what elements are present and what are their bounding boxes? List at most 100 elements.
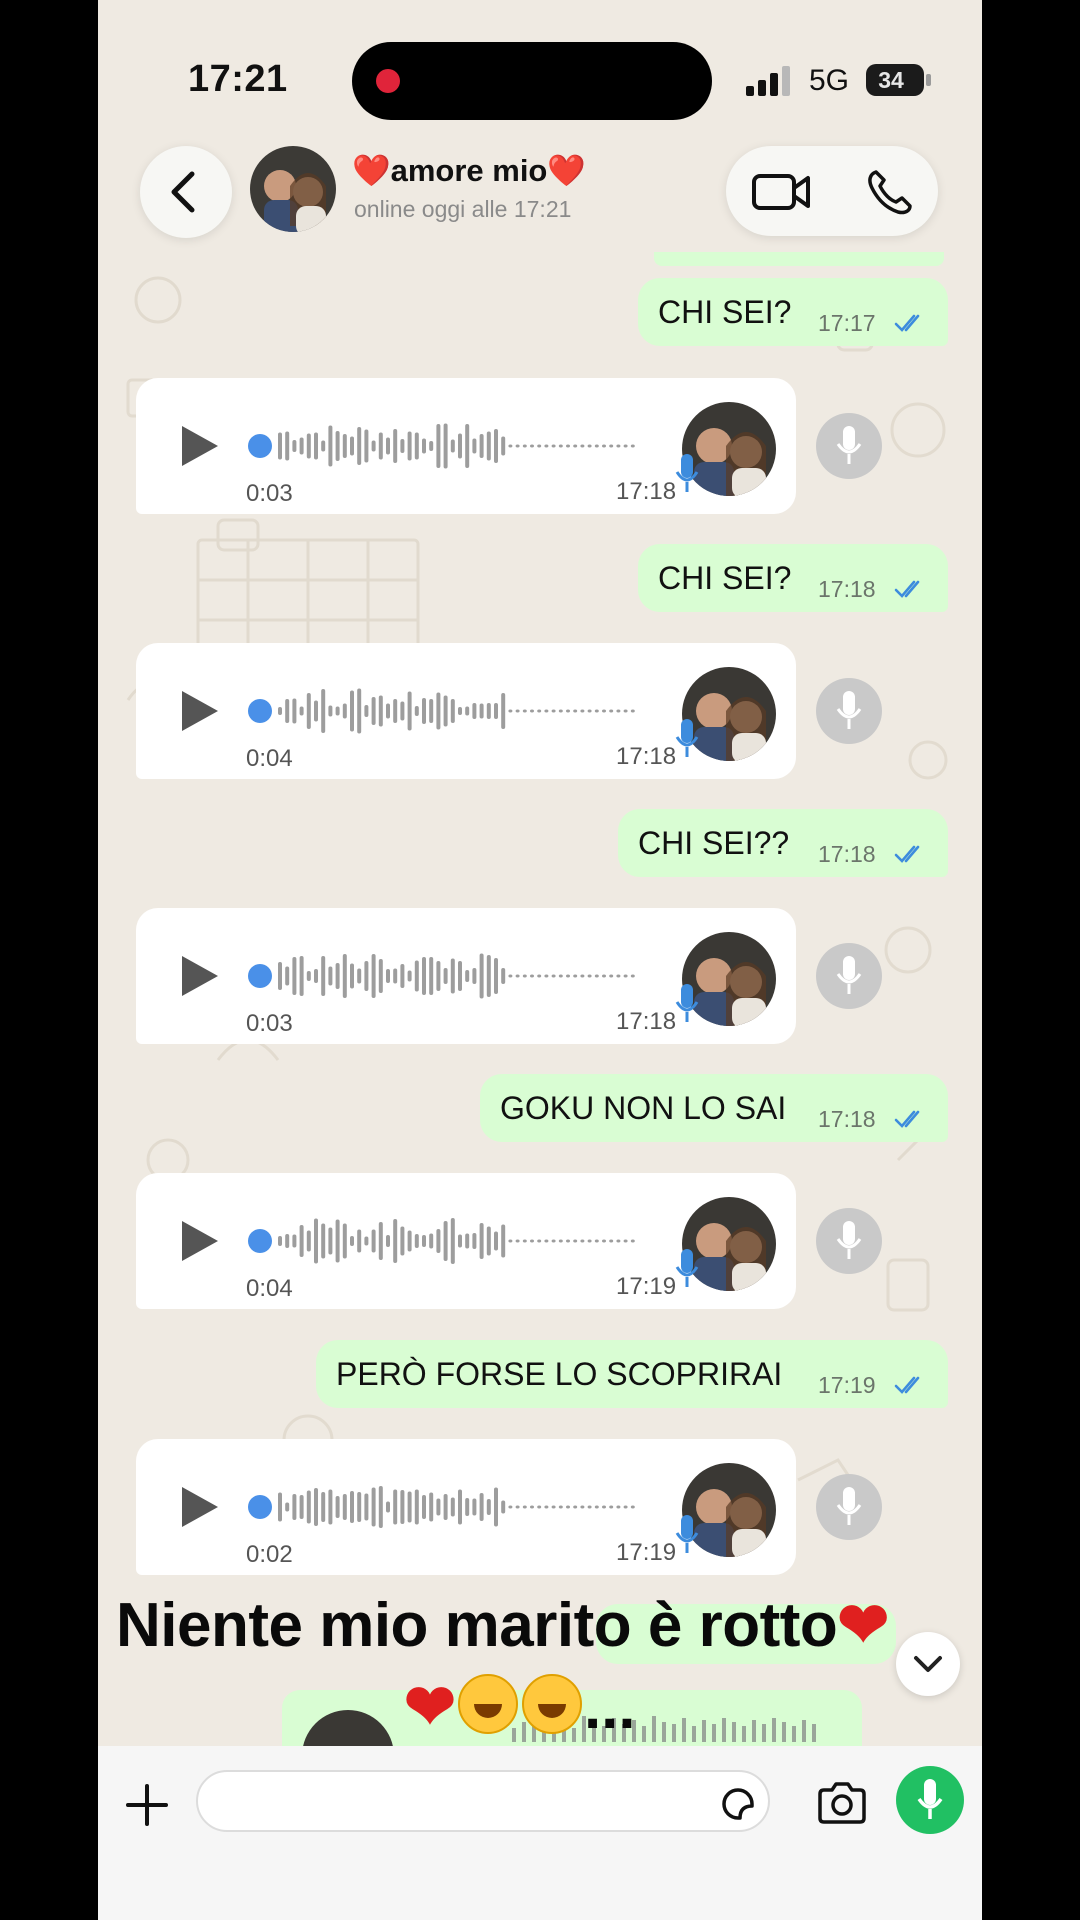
transcribe-mic-button[interactable]	[816, 413, 882, 479]
waveform-bar	[566, 709, 570, 713]
waveform-bar	[364, 705, 369, 717]
play-icon[interactable]	[182, 956, 218, 996]
outgoing-message[interactable]: CHI SEI?? 17:18	[618, 809, 948, 877]
waveform-bar	[594, 1505, 599, 1509]
waveform-bar	[537, 1505, 542, 1509]
waveform-bar	[522, 1505, 527, 1509]
waveform-bar	[515, 709, 520, 713]
waveform-bar	[580, 444, 585, 448]
waveform-bar	[299, 956, 304, 996]
waveform-bar	[472, 1233, 477, 1249]
waveform-bar	[321, 1492, 326, 1522]
play-icon[interactable]	[182, 1221, 218, 1261]
waveform-bar	[602, 1239, 606, 1243]
incoming-voice-message[interactable]: 0:03 17:18	[136, 908, 796, 1044]
waveform-bar	[630, 444, 635, 448]
transcribe-mic-button[interactable]	[816, 1474, 882, 1540]
waveform-bar	[350, 436, 354, 456]
waveform-bar	[285, 699, 290, 723]
waveform-bar	[580, 709, 585, 713]
plus-icon[interactable]	[122, 1780, 172, 1830]
playback-position-dot	[248, 1495, 272, 1519]
waveform-bar	[278, 1492, 282, 1522]
waveform-bar	[479, 703, 484, 719]
voice-waveform[interactable]	[248, 1479, 648, 1535]
waveform-bar	[630, 1239, 635, 1243]
waveform-bar	[306, 1230, 311, 1252]
rofl-emoji	[457, 1674, 518, 1734]
waveform-bar	[551, 1505, 556, 1509]
video-call-icon[interactable]	[752, 170, 812, 214]
scroll-to-bottom-button[interactable]	[896, 1632, 960, 1696]
waveform-bar	[530, 1505, 534, 1509]
waveform-bar	[609, 1505, 614, 1509]
play-icon[interactable]	[182, 426, 218, 466]
waveform-bar	[508, 1239, 513, 1243]
voice-waveform[interactable]	[248, 418, 648, 474]
contact-avatar[interactable]	[250, 146, 336, 232]
waveform-bar	[616, 709, 621, 713]
status-time: 17:21	[188, 58, 288, 100]
voice-waveform[interactable]	[248, 1213, 648, 1269]
play-icon[interactable]	[182, 691, 218, 731]
waveform-bar	[443, 1494, 448, 1520]
call-buttons-group	[726, 146, 938, 236]
double-check-icon	[894, 314, 920, 332]
waveform-bar	[407, 431, 412, 461]
avatar-photo	[250, 146, 336, 232]
waveform-bar	[537, 709, 542, 713]
microphone-icon	[836, 1487, 862, 1525]
back-button[interactable]	[140, 146, 232, 238]
waveform-bar	[306, 1490, 311, 1524]
transcribe-mic-button[interactable]	[816, 1208, 882, 1274]
incoming-voice-message[interactable]: 0:04 17:19	[136, 1173, 796, 1309]
waveform-bar	[465, 1498, 470, 1516]
incoming-voice-message[interactable]: 0:04 17:18	[136, 643, 796, 779]
waveform-bar	[602, 974, 606, 978]
message-time: 17:18	[818, 841, 876, 867]
message-text: CHI SEI?	[658, 560, 792, 596]
waveform-bar	[429, 1233, 434, 1249]
waveform-bar	[551, 444, 556, 448]
message-input[interactable]	[196, 1770, 770, 1832]
waveform-bar	[328, 705, 333, 717]
contact-name[interactable]: ❤️amore mio❤️	[352, 152, 586, 189]
outgoing-message[interactable]: CHI SEI? 17:17	[638, 278, 948, 346]
outgoing-message[interactable]: CHI SEI? 17:18	[638, 544, 948, 612]
waveform-bar	[422, 438, 426, 454]
incoming-voice-message[interactable]: 0:03 17:18	[136, 378, 796, 514]
waveform-bar	[393, 699, 398, 723]
record-voice-button[interactable]	[896, 1766, 964, 1834]
camera-icon[interactable]	[816, 1782, 868, 1824]
waveform-bar	[436, 1229, 441, 1253]
transcribe-mic-button[interactable]	[816, 678, 882, 744]
incoming-voice-message[interactable]: 0:02 17:19	[136, 1439, 796, 1575]
waveform-bar	[530, 974, 534, 978]
waveform-bar	[508, 1505, 513, 1509]
waveform-bar	[623, 974, 628, 978]
waveform-bar	[594, 974, 599, 978]
waveform-bar	[544, 974, 549, 978]
phone-call-icon[interactable]	[866, 168, 914, 216]
waveform-bar	[508, 444, 513, 448]
waveform-bar	[515, 1505, 520, 1509]
outgoing-message[interactable]: GOKU NON LO SAI 17:18	[480, 1074, 948, 1142]
waveform-bar	[429, 699, 434, 723]
transcribe-mic-button[interactable]	[816, 943, 882, 1009]
waveform-bar	[400, 701, 405, 721]
outgoing-message[interactable]: PERÒ FORSE LO SCOPRIRAI 17:19	[316, 1340, 948, 1408]
waveform-bar	[472, 968, 477, 984]
waveform-bar	[314, 969, 318, 983]
waveform-bar	[335, 431, 340, 461]
voice-waveform[interactable]	[248, 948, 648, 1004]
waveform-bar	[465, 970, 470, 982]
sticker-icon[interactable]	[718, 1784, 758, 1824]
dynamic-island	[352, 42, 712, 120]
waveform-bar	[501, 693, 506, 729]
voice-waveform[interactable]	[248, 683, 648, 739]
waveform-bar	[616, 1505, 621, 1509]
waveform-bar	[573, 1239, 578, 1243]
waveform-bar	[299, 437, 304, 455]
play-icon[interactable]	[182, 1487, 218, 1527]
waveform-bar	[314, 1218, 318, 1264]
